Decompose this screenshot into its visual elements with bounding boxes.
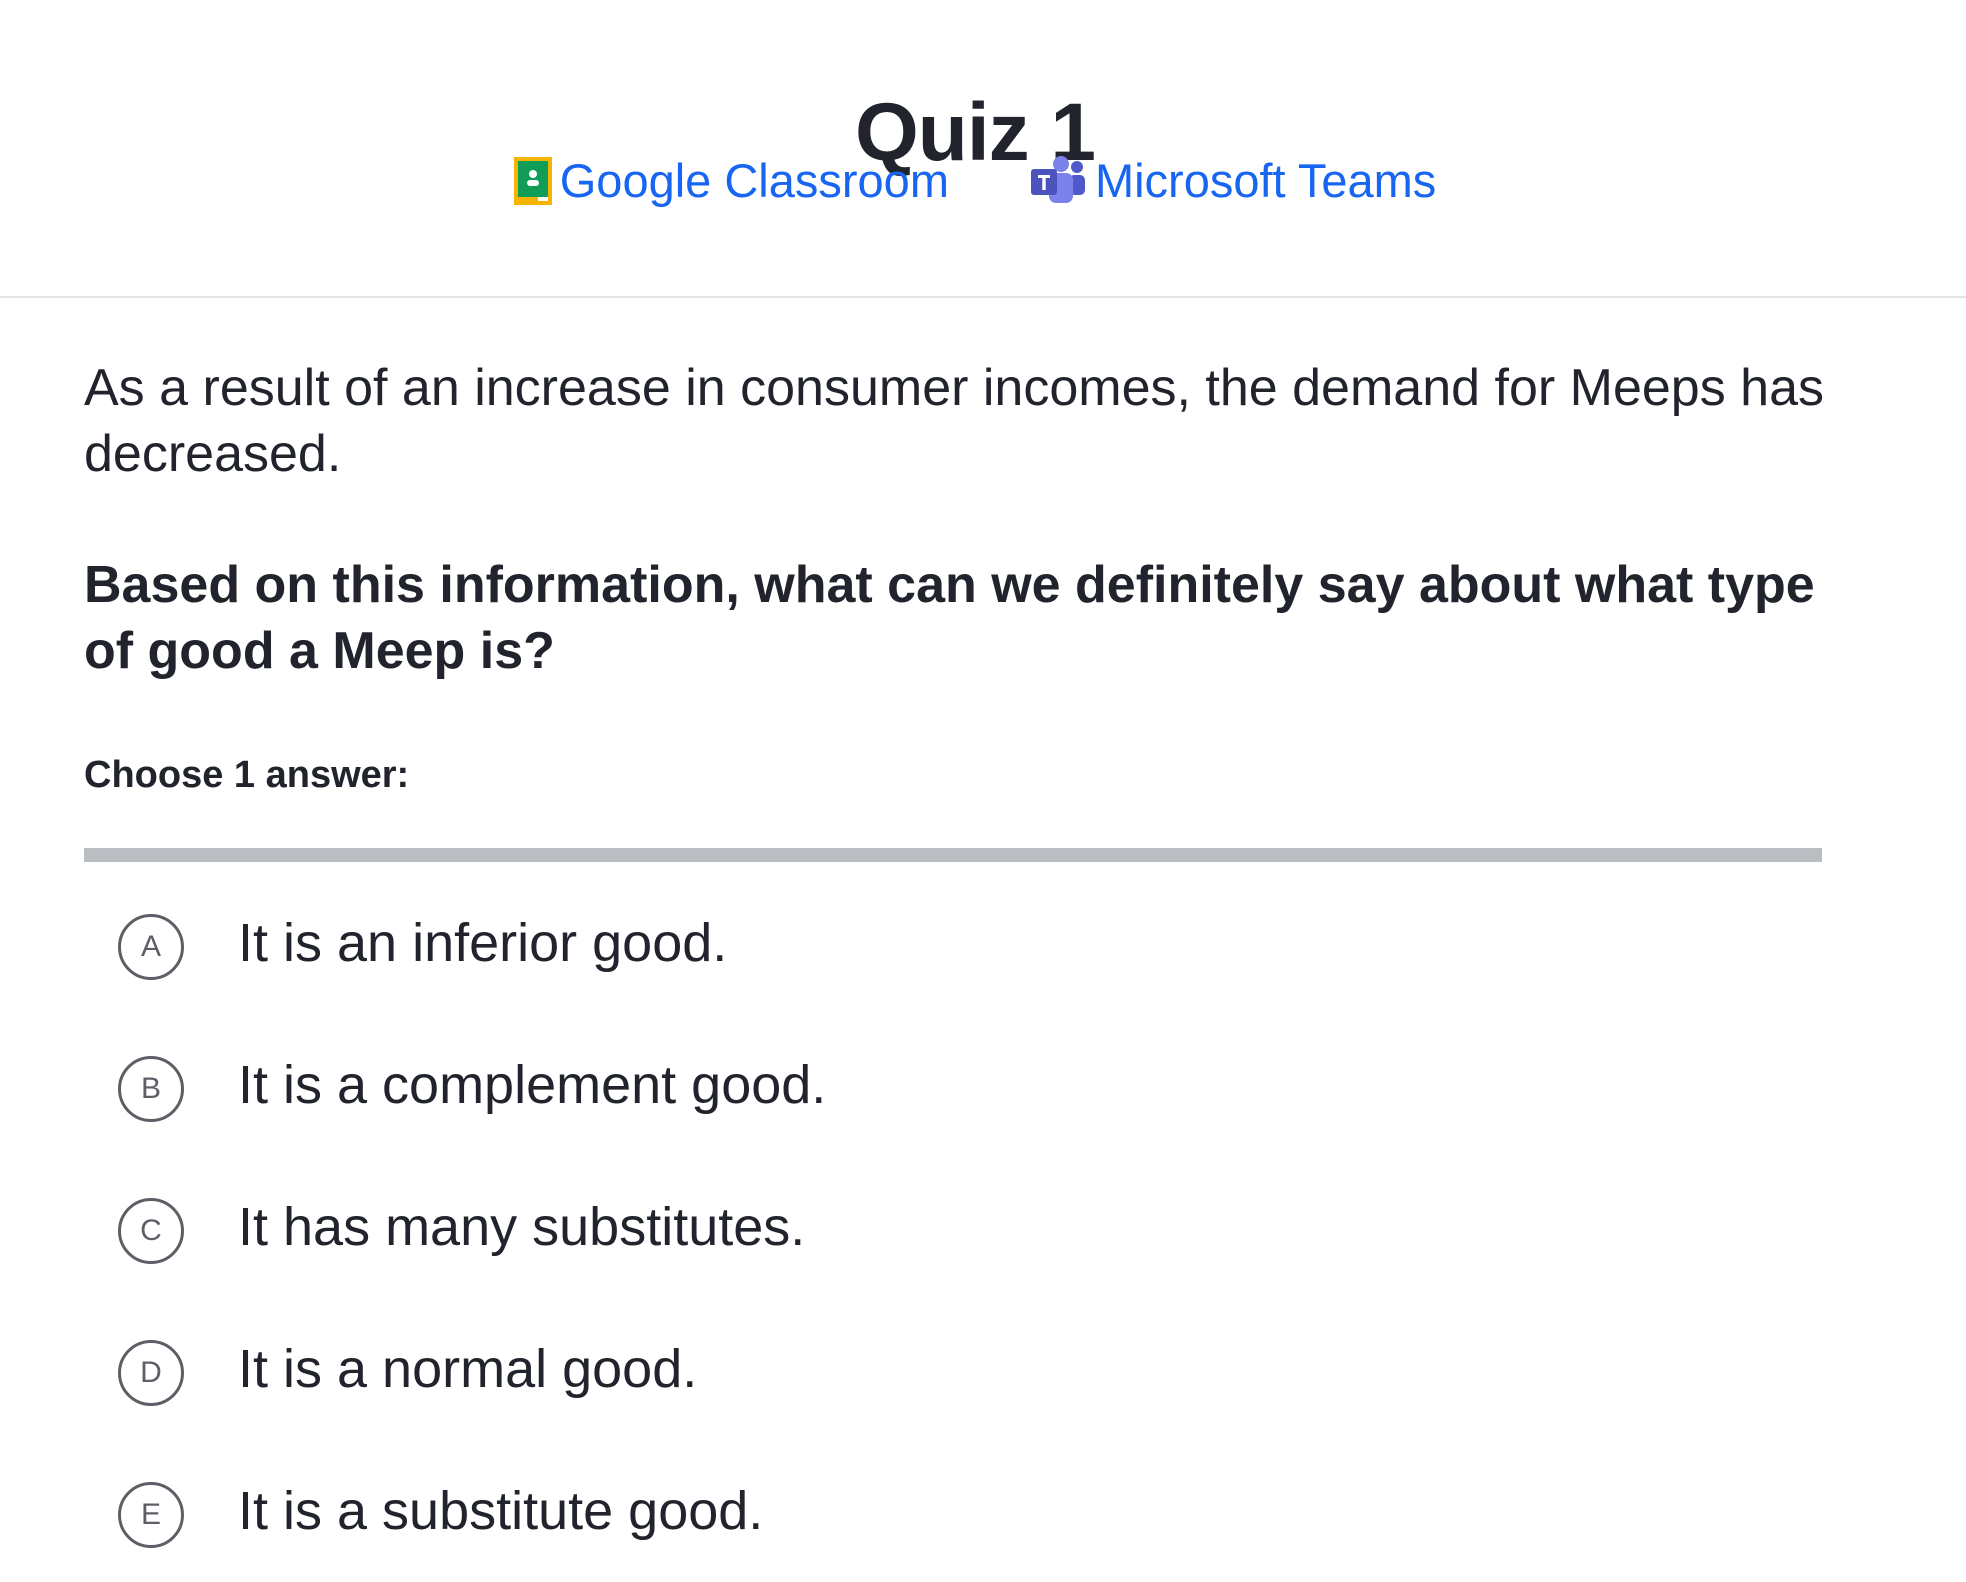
choices-divider	[84, 848, 1822, 862]
choice-text-c[interactable]: It has many substitutes.	[238, 1194, 805, 1260]
microsoft-teams-icon	[1029, 155, 1087, 207]
header-divider	[0, 296, 1966, 298]
google-classroom-label: Google Classroom	[559, 154, 949, 207]
google-classroom-icon	[513, 157, 552, 205]
choice-text-a[interactable]: It is an inferior good.	[238, 910, 727, 976]
share-links: Google Classroom Microsoft Teams	[0, 150, 1950, 212]
choice-a[interactable]: A It is an inferior good.	[118, 872, 1874, 1014]
choose-answer-label: Choose 1 answer:	[84, 754, 410, 796]
microsoft-teams-link[interactable]: Microsoft Teams	[1029, 150, 1436, 212]
choice-letter-b[interactable]: B	[118, 1056, 184, 1122]
choice-text-b[interactable]: It is a complement good.	[238, 1052, 826, 1118]
question-area: As a result of an increase in consumer i…	[84, 355, 1874, 1582]
choice-b[interactable]: B It is a complement good.	[118, 1014, 1874, 1156]
choice-letter-c[interactable]: C	[118, 1198, 184, 1264]
choice-c[interactable]: C It has many substitutes.	[118, 1156, 1874, 1298]
answer-choices: A It is an inferior good. B It is a comp…	[84, 872, 1874, 1582]
choice-text-d[interactable]: It is a normal good.	[238, 1336, 697, 1402]
choice-letter-d[interactable]: D	[118, 1340, 184, 1406]
choice-text-e[interactable]: It is a substitute good.	[238, 1478, 763, 1544]
microsoft-teams-label: Microsoft Teams	[1094, 154, 1437, 207]
choice-d[interactable]: D It is a normal good.	[118, 1298, 1874, 1440]
choice-letter-e[interactable]: E	[118, 1482, 184, 1548]
google-classroom-link[interactable]: Google Classroom	[513, 150, 949, 212]
question-prompt: Based on this information, what can we d…	[84, 556, 1815, 680]
question-stem: As a result of an increase in consumer i…	[84, 359, 1824, 483]
choice-letter-a[interactable]: A	[118, 914, 184, 980]
choice-e[interactable]: E It is a substitute good.	[118, 1440, 1874, 1582]
